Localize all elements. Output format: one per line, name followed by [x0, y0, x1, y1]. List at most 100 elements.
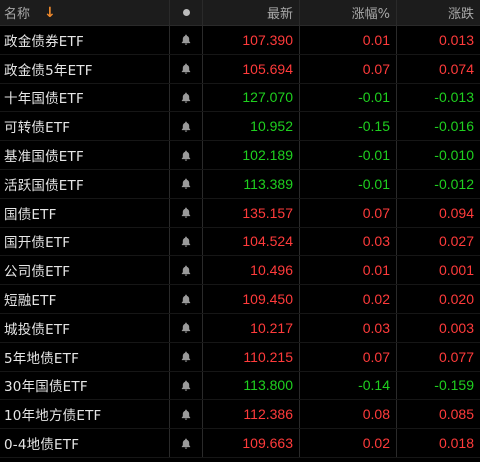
security-name: 活跃国债ETF	[4, 177, 84, 194]
bell-icon[interactable]	[170, 54, 203, 83]
security-name: 政金债券ETF	[4, 33, 84, 50]
security-name: 可转债ETF	[4, 120, 71, 137]
table-row[interactable]: 城投债ETF 10.217 0.03 0.003	[0, 313, 480, 343]
table-row[interactable]: 5年地债ETF 110.215 0.07 0.077	[0, 342, 480, 372]
bell-icon[interactable]	[170, 256, 203, 285]
table-row[interactable]: 公司债ETF 10.496 0.01 0.001	[0, 256, 480, 286]
change-percent: 0.07	[300, 54, 397, 83]
table-row[interactable]: 可转债ETF 10.952 -0.15 -0.016	[0, 112, 480, 142]
bell-icon[interactable]	[170, 429, 203, 457]
change-value: 0.074	[438, 60, 474, 77]
last-price: 10.952	[203, 112, 300, 141]
bell-icon[interactable]	[170, 141, 203, 169]
security-name: 十年国债ETF	[4, 91, 84, 108]
table-header: 名称 ↓ 最新 涨幅% 涨跌	[0, 0, 480, 26]
security-name-cell[interactable]: 公司债ETF	[0, 256, 170, 285]
security-name-cell[interactable]: 基准国债ETF	[0, 141, 170, 169]
column-header-change-percent[interactable]: 涨幅%	[300, 0, 397, 25]
change-percent: 0.02	[300, 429, 397, 457]
bell-icon[interactable]	[170, 313, 203, 342]
last-price: 109.450	[203, 285, 300, 313]
last-price: 127.070	[203, 83, 300, 112]
table-row[interactable]: 基准国债ETF 102.189 -0.01 -0.010	[0, 141, 480, 170]
table-row[interactable]: 0-4地债ETF 109.663 0.02 0.018	[0, 429, 480, 458]
security-name: 政金债5年ETF	[4, 62, 93, 79]
column-header-price[interactable]: 最新	[203, 0, 300, 25]
last-price: 113.800	[203, 371, 300, 400]
change-value: 0.094	[438, 204, 474, 221]
change-value: -0.012	[434, 175, 474, 192]
column-header-change[interactable]: 涨跌	[397, 0, 480, 25]
column-header-name[interactable]: 名称 ↓	[0, 0, 170, 25]
last-price: 102.189	[203, 141, 300, 169]
security-name: 短融ETF	[4, 293, 57, 310]
change-value: 0.001	[438, 262, 474, 279]
security-name-cell[interactable]: 国开债ETF	[0, 227, 170, 256]
change-percent: 0.03	[300, 227, 397, 256]
security-name: 30年国债ETF	[4, 379, 88, 396]
change-value: -0.013	[434, 89, 474, 106]
change-value: -0.010	[434, 147, 474, 164]
last-price: 104.524	[203, 227, 300, 256]
security-name-cell[interactable]: 政金债5年ETF	[0, 54, 170, 83]
change-value: 0.018	[438, 435, 474, 452]
table-row[interactable]: 活跃国债ETF 113.389 -0.01 -0.012	[0, 169, 480, 199]
bell-icon[interactable]	[170, 371, 203, 400]
security-name-cell[interactable]: 短融ETF	[0, 285, 170, 313]
dot-icon	[182, 9, 190, 16]
security-name: 10年地方债ETF	[4, 408, 102, 425]
change-percent: 0.07	[300, 198, 397, 227]
table-row[interactable]: 国债ETF 135.157 0.07 0.094	[0, 198, 480, 228]
table-body: 政金债券ETF 107.390 0.01 0.013 政金债5年ETF 105.694 0.…	[0, 26, 480, 458]
change-value: 0.085	[438, 406, 474, 423]
security-name-cell[interactable]: 10年地方债ETF	[0, 400, 170, 429]
arrow-down-icon[interactable]: ↓	[44, 5, 56, 21]
bell-icon[interactable]	[170, 227, 203, 256]
security-name-cell[interactable]: 5年地债ETF	[0, 342, 170, 371]
bell-icon[interactable]	[170, 26, 203, 54]
security-name-cell[interactable]: 0-4地债ETF	[0, 429, 170, 457]
last-price: 112.386	[203, 400, 300, 429]
table-row[interactable]: 政金债5年ETF 105.694 0.07 0.074	[0, 54, 480, 84]
last-price: 110.215	[203, 342, 300, 371]
change-value: -0.159	[434, 377, 474, 394]
security-name-cell[interactable]: 城投债ETF	[0, 313, 170, 342]
security-name: 国开债ETF	[4, 235, 71, 252]
last-price: 135.157	[203, 198, 300, 227]
table-row[interactable]: 30年国债ETF 113.800 -0.14 -0.159	[0, 371, 480, 401]
column-header-alert[interactable]	[170, 0, 203, 25]
security-name: 基准国债ETF	[4, 149, 84, 166]
security-name: 城投债ETF	[4, 321, 71, 338]
table-row[interactable]: 短融ETF 109.450 0.02 0.020	[0, 285, 480, 314]
last-price: 113.389	[203, 169, 300, 198]
change-percent: -0.01	[300, 141, 397, 169]
security-name-cell[interactable]: 可转债ETF	[0, 112, 170, 141]
change-value: 0.013	[438, 31, 474, 48]
change-value: 0.027	[438, 233, 474, 250]
change-value: 0.003	[438, 319, 474, 336]
security-name: 5年地债ETF	[4, 350, 80, 367]
last-price: 107.390	[203, 26, 300, 54]
security-name-cell[interactable]: 政金债券ETF	[0, 26, 170, 54]
change-percent: 0.02	[300, 285, 397, 313]
change-value: -0.016	[434, 118, 474, 135]
bell-icon[interactable]	[170, 400, 203, 429]
security-name-cell[interactable]: 十年国债ETF	[0, 83, 170, 112]
bell-icon[interactable]	[170, 342, 203, 371]
quote-table: 名称 ↓ 最新 涨幅% 涨跌 政金债券ETF 107.390 0.01 0.013 政金…	[0, 0, 480, 458]
bell-icon[interactable]	[170, 285, 203, 313]
table-row[interactable]: 十年国债ETF 127.070 -0.01 -0.013	[0, 83, 480, 113]
security-name-cell[interactable]: 活跃国债ETF	[0, 169, 170, 198]
change-percent: 0.03	[300, 313, 397, 342]
change-percent: 0.01	[300, 256, 397, 285]
bell-icon[interactable]	[170, 169, 203, 198]
bell-icon[interactable]	[170, 198, 203, 227]
bell-icon[interactable]	[170, 83, 203, 112]
table-row[interactable]: 政金债券ETF 107.390 0.01 0.013	[0, 26, 480, 55]
table-row[interactable]: 国开债ETF 104.524 0.03 0.027	[0, 227, 480, 257]
bell-icon[interactable]	[170, 112, 203, 141]
table-row[interactable]: 10年地方债ETF 112.386 0.08 0.085	[0, 400, 480, 430]
change-percent: 0.07	[300, 342, 397, 371]
security-name-cell[interactable]: 国债ETF	[0, 198, 170, 227]
security-name-cell[interactable]: 30年国债ETF	[0, 371, 170, 400]
